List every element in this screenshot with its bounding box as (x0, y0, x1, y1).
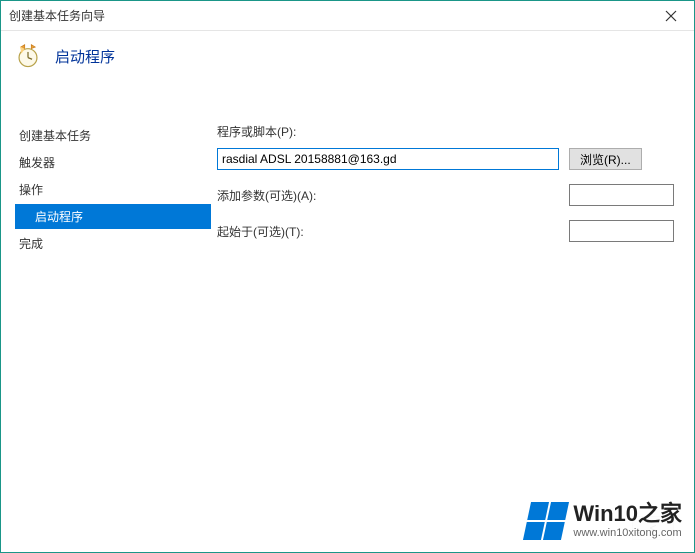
window-title: 创建基本任务向导 (9, 7, 648, 24)
sidebar-item-create-task[interactable]: 创建基本任务 (15, 123, 211, 148)
program-label-row: 程序或脚本(P): (217, 123, 674, 140)
sidebar-item-finish[interactable]: 完成 (15, 231, 211, 256)
args-label: 添加参数(可选)(A): (217, 187, 357, 204)
back-button[interactable]: < (632, 516, 674, 540)
windows-logo-icon (523, 502, 569, 540)
program-input-row: 浏览(R)... (217, 148, 674, 170)
page-title: 启动程序 (55, 46, 115, 67)
footer-buttons: < (632, 516, 674, 540)
sidebar: 创建基本任务 触发器 操作 启动程序 完成 (1, 109, 211, 504)
args-row: 添加参数(可选)(A): (217, 184, 674, 206)
sidebar-item-action[interactable]: 操作 (15, 177, 211, 202)
sidebar-item-start-program[interactable]: 启动程序 (15, 204, 211, 229)
close-button[interactable] (648, 1, 694, 31)
startin-row: 起始于(可选)(T): (217, 220, 674, 242)
close-icon (665, 10, 677, 22)
startin-input[interactable] (569, 220, 674, 242)
browse-button[interactable]: 浏览(R)... (569, 148, 642, 170)
content: 创建基本任务 触发器 操作 启动程序 完成 程序或脚本(P): 浏览(R)...… (1, 109, 694, 504)
startin-label: 起始于(可选)(T): (217, 223, 357, 240)
program-input[interactable] (217, 148, 559, 170)
titlebar: 创建基本任务向导 (1, 1, 694, 31)
wizard-header: 启动程序 (1, 31, 694, 87)
form-area: 程序或脚本(P): 浏览(R)... 添加参数(可选)(A): 起始于(可选)(… (211, 109, 694, 504)
clock-icon (15, 43, 41, 69)
program-label: 程序或脚本(P): (217, 123, 674, 140)
args-input[interactable] (569, 184, 674, 206)
sidebar-item-trigger[interactable]: 触发器 (15, 150, 211, 175)
